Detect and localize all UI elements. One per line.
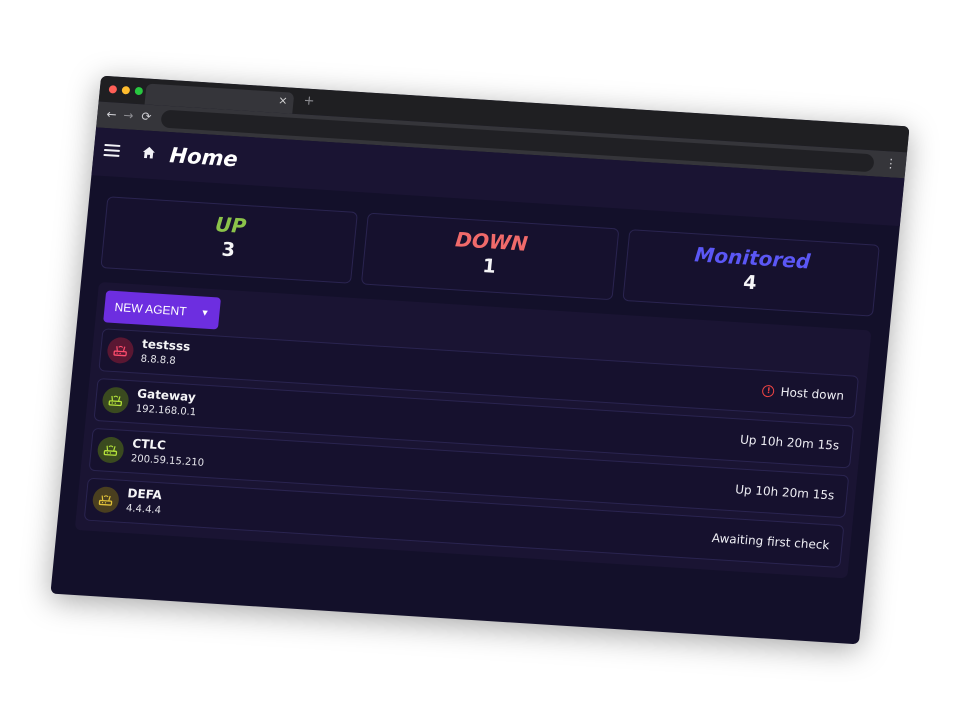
agent-status: Up 10h 20m 15s (739, 433, 839, 453)
agent-name: CTLC (131, 436, 167, 453)
minimize-window-button[interactable] (121, 85, 131, 95)
router-icon (101, 386, 130, 414)
browser-menu-icon[interactable]: ⋮ (884, 156, 897, 171)
agent-name: Gateway (136, 386, 197, 405)
agent-ip: 4.4.4.4 (125, 503, 162, 517)
router-icon (91, 486, 121, 514)
page-title: Home (168, 143, 239, 172)
window-controls (108, 85, 144, 96)
home-icon[interactable] (141, 145, 156, 160)
router-icon (96, 436, 125, 464)
caret-down-icon[interactable]: ▼ (200, 307, 210, 318)
browser-window: × + ← → ⟳ ⋮ Home UP 3 DOWN 1 Monitored 4… (50, 75, 910, 645)
alert-icon: ! (762, 384, 776, 398)
forward-icon[interactable]: → (123, 108, 134, 123)
agent-ip: 8.8.8.8 (140, 353, 177, 367)
new-agent-label: NEW AGENT (113, 299, 188, 319)
close-window-button[interactable] (108, 85, 118, 94)
agent-ip: 192.168.0.1 (135, 403, 197, 419)
menu-icon[interactable] (103, 143, 121, 157)
maximize-window-button[interactable] (134, 86, 144, 96)
main-content: UP 3 DOWN 1 Monitored 4 NEW AGENT ▼ test… (57, 175, 900, 579)
screenshot-stage: × + ← → ⟳ ⋮ Home UP 3 DOWN 1 Monitored 4… (0, 0, 960, 720)
stat-card-down: DOWN 1 (361, 212, 620, 301)
agent-name: DEFA (126, 486, 163, 503)
agent-status: ! Host down (762, 384, 845, 403)
reload-icon[interactable]: ⟳ (141, 109, 152, 124)
new-tab-button[interactable]: + (303, 93, 315, 109)
agent-status: Awaiting first check (711, 531, 830, 552)
agent-name: testsss (141, 336, 191, 354)
router-icon (106, 336, 135, 365)
tab-close-icon[interactable]: × (278, 94, 288, 108)
agent-status-text: Awaiting first check (711, 530, 831, 553)
back-icon[interactable]: ← (106, 107, 117, 122)
agent-list: testsss 8.8.8.8 ! Host down Gateway 192.… (83, 328, 860, 569)
agent-ip: 200.59.15.210 (130, 453, 205, 469)
new-agent-button[interactable]: NEW AGENT ▼ (103, 290, 221, 330)
stat-card-monitored: Monitored 4 (622, 229, 880, 317)
agent-status: Up 10h 20m 15s (735, 482, 835, 502)
agent-status-text: Host down (779, 384, 845, 403)
agent-status-text: Up 10h 20m 15s (734, 482, 835, 503)
agents-panel: NEW AGENT ▼ testsss 8.8.8.8 ! Host down (74, 281, 872, 579)
agent-status-text: Up 10h 20m 15s (739, 432, 840, 453)
stat-card-up: UP 3 (100, 196, 359, 284)
